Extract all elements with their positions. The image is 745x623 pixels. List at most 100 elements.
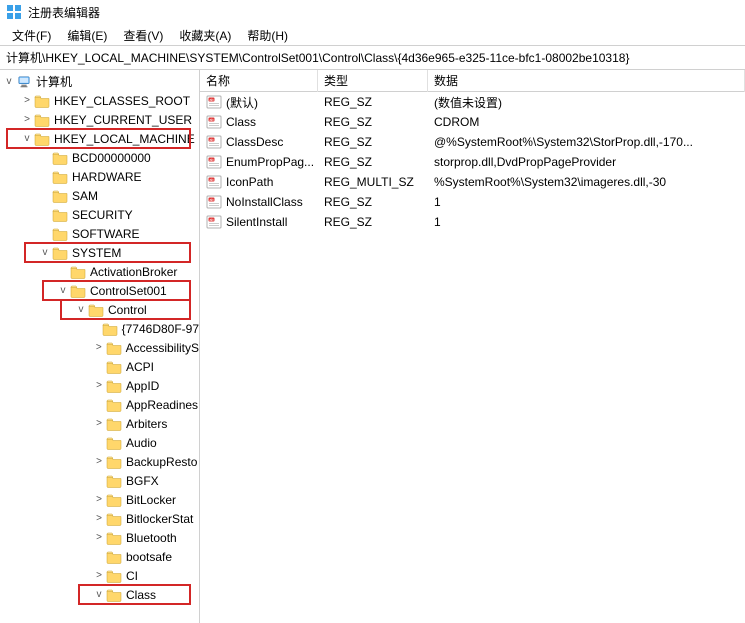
chevron-right-icon[interactable]: > xyxy=(92,342,106,353)
value-name: (默认) xyxy=(226,94,258,111)
tree-node[interactable]: v HKEY_LOCAL_MACHINE xyxy=(0,129,199,148)
folder-icon xyxy=(106,436,122,450)
tree-node[interactable]: >Bluetooth xyxy=(0,528,199,547)
tree-node-computer[interactable]: v 计算机 xyxy=(0,72,199,91)
chevron-right-icon[interactable]: > xyxy=(20,95,34,106)
value-data: CDROM xyxy=(428,113,745,131)
node-label: SAM xyxy=(72,189,98,203)
tree-node[interactable]: >HKEY_CLASSES_ROOT xyxy=(0,91,199,110)
menu-favorites[interactable]: 收藏夹(A) xyxy=(171,24,239,45)
tree-node[interactable]: >ActivationBroker xyxy=(0,262,199,281)
tree-node[interactable]: >{7746D80F-97 xyxy=(0,319,199,338)
tree-node[interactable]: > CI xyxy=(0,566,199,585)
value-type: REG_SZ xyxy=(318,193,428,211)
list-row[interactable]: (默认) REG_SZ(数值未设置) xyxy=(200,92,745,112)
tree-node[interactable]: >BGFX xyxy=(0,471,199,490)
tree-panel: v 计算机 >HKEY_CLASSES_ROOT>HKEY_CURRENT_US… xyxy=(0,70,200,623)
chevron-right-icon[interactable]: > xyxy=(92,380,106,391)
tree-node[interactable]: >ACPI xyxy=(0,357,199,376)
menu-edit[interactable]: 编辑(E) xyxy=(59,24,115,45)
menu-file[interactable]: 文件(F) xyxy=(4,24,59,45)
chevron-right-icon: > xyxy=(38,152,52,163)
tree-node[interactable]: > SECURITY xyxy=(0,205,199,224)
chevron-right-icon[interactable]: > xyxy=(92,513,106,524)
folder-icon xyxy=(106,588,122,602)
tree-node[interactable]: >BCD00000000 xyxy=(0,148,199,167)
chevron-right-icon[interactable]: > xyxy=(92,456,106,467)
column-header-data[interactable]: 数据 xyxy=(428,70,745,92)
value-data: %SystemRoot%\System32\imageres.dll,-30 xyxy=(428,173,745,191)
list-row[interactable]: SilentInstallREG_SZ1 xyxy=(200,212,745,232)
value-name: ClassDesc xyxy=(226,135,283,149)
app-icon xyxy=(6,4,22,20)
node-label: Control xyxy=(108,303,147,317)
tree-node[interactable]: > Audio xyxy=(0,433,199,452)
value-type: REG_SZ xyxy=(318,93,428,111)
menu-help[interactable]: 帮助(H) xyxy=(239,24,296,45)
tree-node[interactable]: >BackupResto xyxy=(0,452,199,471)
tree-node[interactable]: >bootsafe xyxy=(0,547,199,566)
node-label: CI xyxy=(126,569,138,583)
chevron-down-icon[interactable]: v xyxy=(56,285,70,296)
chevron-right-icon[interactable]: > xyxy=(92,494,106,505)
column-header-type[interactable]: 类型 xyxy=(318,70,428,92)
folder-icon xyxy=(106,531,122,545)
address-bar[interactable]: 计算机\HKEY_LOCAL_MACHINE\SYSTEM\ControlSet… xyxy=(0,46,745,70)
folder-icon xyxy=(52,170,68,184)
value-name: EnumPropPag... xyxy=(226,155,314,169)
tree-node[interactable]: >AppID xyxy=(0,376,199,395)
value-type: REG_SZ xyxy=(318,113,428,131)
list-row[interactable]: NoInstallClassREG_SZ1 xyxy=(200,192,745,212)
chevron-down-icon[interactable]: v xyxy=(38,247,52,258)
string-value-icon xyxy=(206,134,222,150)
tree-node[interactable]: >SOFTWARE xyxy=(0,224,199,243)
tree-node[interactable]: vControlSet001 xyxy=(0,281,199,300)
folder-icon xyxy=(106,398,122,412)
value-data: (数值未设置) xyxy=(428,92,745,113)
tree-node[interactable]: vClass xyxy=(0,585,199,604)
node-label: HKEY_LOCAL_MACHINE xyxy=(54,132,195,146)
tree-node[interactable]: vSYSTEM xyxy=(0,243,199,262)
folder-icon xyxy=(34,113,50,127)
node-label: ACPI xyxy=(126,360,154,374)
tree-node[interactable]: >AccessibilityS xyxy=(0,338,199,357)
tree-node[interactable]: > SAM xyxy=(0,186,199,205)
tree-node[interactable]: >HKEY_CURRENT_USER xyxy=(0,110,199,129)
value-name: IconPath xyxy=(226,175,273,189)
folder-icon xyxy=(34,132,50,146)
chevron-right-icon: > xyxy=(38,190,52,201)
chevron-right-icon: > xyxy=(38,209,52,220)
chevron-right-icon[interactable]: > xyxy=(92,570,106,581)
tree-node[interactable]: >AppReadines xyxy=(0,395,199,414)
string-value-icon xyxy=(206,194,222,210)
column-header-name[interactable]: 名称 xyxy=(200,70,318,92)
tree-node[interactable]: >HARDWARE xyxy=(0,167,199,186)
chevron-right-icon: > xyxy=(92,437,106,448)
chevron-right-icon[interactable]: > xyxy=(92,532,106,543)
value-data: storprop.dll,DvdPropPageProvider xyxy=(428,153,745,171)
string-value-icon xyxy=(206,214,222,230)
chevron-right-icon[interactable]: > xyxy=(92,418,106,429)
node-label: SECURITY xyxy=(72,208,133,222)
node-label: Audio xyxy=(126,436,157,450)
node-label: AppReadines xyxy=(126,398,198,412)
tree-node[interactable]: > BitlockerStat xyxy=(0,509,199,528)
list-row[interactable]: EnumPropPag...REG_SZstorprop.dll,DvdProp… xyxy=(200,152,745,172)
chevron-down-icon[interactable]: v xyxy=(92,589,106,600)
chevron-right-icon[interactable]: > xyxy=(20,114,34,125)
list-row[interactable]: ClassREG_SZCDROM xyxy=(200,112,745,132)
chevron-right-icon: > xyxy=(92,551,106,562)
menu-view[interactable]: 查看(V) xyxy=(115,24,171,45)
tree-node[interactable]: >BitLocker xyxy=(0,490,199,509)
tree-node[interactable]: >Arbiters xyxy=(0,414,199,433)
node-label: BitlockerStat xyxy=(126,512,193,526)
chevron-down-icon[interactable]: v xyxy=(20,133,34,144)
node-label: 计算机 xyxy=(36,73,72,90)
chevron-down-icon[interactable]: v xyxy=(2,76,16,87)
computer-icon xyxy=(16,75,32,89)
list-row[interactable]: IconPathREG_MULTI_SZ%SystemRoot%\System3… xyxy=(200,172,745,192)
chevron-right-icon: > xyxy=(38,228,52,239)
list-row[interactable]: ClassDescREG_SZ@%SystemRoot%\System32\St… xyxy=(200,132,745,152)
chevron-down-icon[interactable]: v xyxy=(74,304,88,315)
tree-node[interactable]: v Control xyxy=(0,300,199,319)
